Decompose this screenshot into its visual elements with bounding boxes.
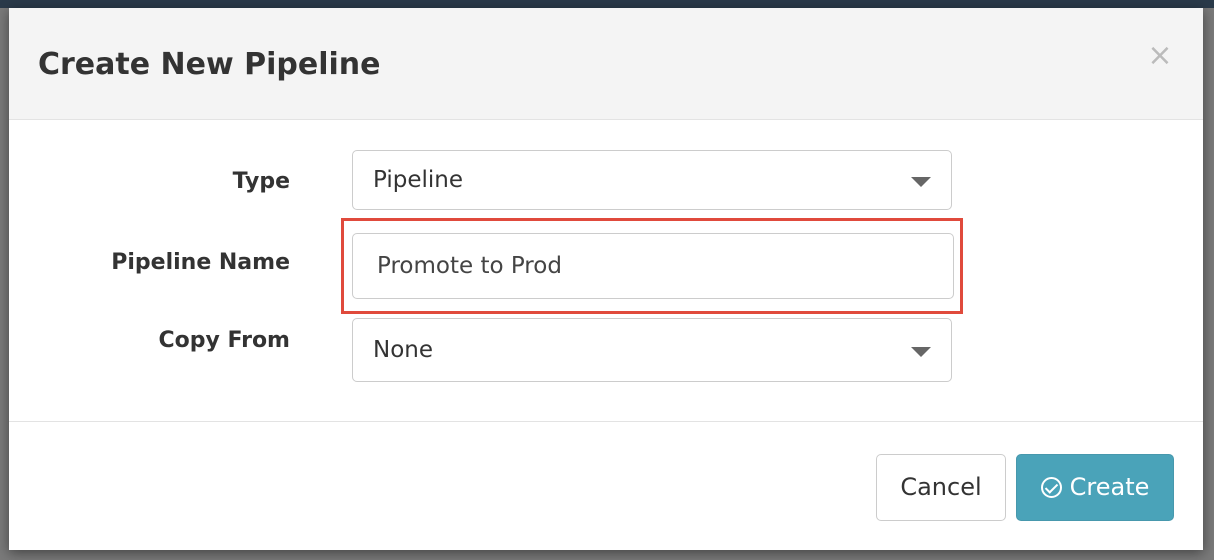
close-icon: ×	[1147, 38, 1173, 73]
footer-divider	[9, 421, 1203, 422]
type-select-value: Pipeline	[373, 167, 464, 193]
create-pipeline-modal: Create New Pipeline × Type Pipeline Pipe…	[9, 8, 1203, 550]
create-button[interactable]: Create	[1016, 454, 1174, 521]
modal-title: Create New Pipeline	[38, 47, 381, 82]
cancel-button-label: Cancel	[900, 473, 982, 501]
pipeline-name-label: Pipeline Name	[111, 250, 290, 275]
copy-from-select-value: None	[373, 337, 434, 363]
caret-down-icon	[911, 177, 931, 187]
cancel-button[interactable]: Cancel	[876, 454, 1006, 521]
create-button-label: Create	[1069, 473, 1150, 501]
caret-down-icon	[911, 347, 931, 357]
pipeline-name-input[interactable]	[352, 233, 954, 299]
copy-from-select[interactable]: None	[352, 318, 952, 382]
type-label: Type	[232, 169, 290, 194]
type-select[interactable]: Pipeline	[352, 150, 952, 210]
check-circle-icon	[1040, 477, 1062, 498]
background-topbar	[0, 0, 1214, 8]
modal-header: Create New Pipeline ×	[9, 8, 1203, 120]
copy-from-label: Copy From	[158, 328, 290, 353]
close-button[interactable]: ×	[1145, 38, 1175, 74]
